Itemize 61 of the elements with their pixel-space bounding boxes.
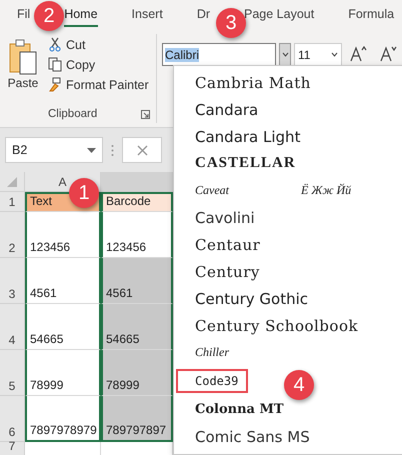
row-header[interactable]: 2 <box>0 212 25 258</box>
ribbon-tab[interactable]: Page Layout <box>244 3 314 27</box>
ribbon-tab[interactable]: Fil <box>17 3 30 27</box>
font-option[interactable]: Comic Sans MS <box>176 422 320 450</box>
row-header[interactable]: 7 <box>0 442 25 455</box>
font-option[interactable]: Century <box>176 258 270 286</box>
group-label: Clipboard <box>48 108 98 120</box>
table-cell: 54665 <box>101 304 173 350</box>
table-cell: 54665 <box>25 304 101 350</box>
table-cell: 4561 <box>25 258 101 304</box>
table-cell: 123456 <box>25 212 101 258</box>
font-option[interactable]: CASTELLAR <box>176 150 306 177</box>
table-cell: 4561 <box>101 258 173 304</box>
font-option[interactable]: Colonna MT <box>176 397 294 422</box>
font-option[interactable]: Cambria Math <box>176 68 321 96</box>
clipboard-icon <box>8 38 38 76</box>
row-header[interactable]: 5 <box>0 350 25 396</box>
table-cell: 123456 <box>101 212 173 258</box>
font-size-icon <box>379 45 398 63</box>
cut-button[interactable]: Cut <box>46 36 151 53</box>
font-sample: Ё Жж Йй <box>301 183 352 198</box>
font-option[interactable]: Century Schoolbook <box>176 312 368 340</box>
font-option[interactable]: Candara Light <box>176 122 310 150</box>
caret-icon <box>87 148 96 152</box>
row-header[interactable]: 4 <box>0 304 25 350</box>
caret-icon <box>282 52 288 57</box>
row-header[interactable]: 3 <box>0 258 25 304</box>
font-name-field[interactable]: Calibri <box>162 43 276 66</box>
table-cell: 78999 <box>101 350 173 396</box>
table-cell: 78999 <box>25 350 101 396</box>
format-painter-button[interactable]: Format Painter <box>46 76 151 93</box>
name-box[interactable]: B2 <box>5 137 103 163</box>
table-cell: 7897978979 <box>25 396 101 442</box>
font-option[interactable]: Candara <box>176 96 268 124</box>
ribbon-tab[interactable]: Insert <box>132 3 163 27</box>
font-option[interactable]: Centaur <box>176 230 270 258</box>
select-all-icon <box>7 176 17 186</box>
caret-icon <box>331 52 338 57</box>
cancel-button[interactable] <box>122 137 162 163</box>
font-option[interactable]: Code39 <box>176 369 248 393</box>
paintbrush-icon <box>48 77 62 92</box>
font-size-icon <box>349 45 368 63</box>
font-size-field[interactable]: 11 <box>294 43 342 66</box>
copy-icon <box>48 57 62 72</box>
font-option[interactable]: Century Gothic <box>176 284 318 312</box>
table-cell: 789797897 <box>101 396 173 442</box>
font-option[interactable]: Caveat <box>176 178 239 203</box>
dialog-launcher-icon <box>141 110 150 118</box>
close-icon <box>136 144 148 156</box>
row-header[interactable]: 1 <box>0 192 25 212</box>
copy-button[interactable]: Copy <box>46 56 151 73</box>
ribbon-tab[interactable]: Formula <box>348 3 394 27</box>
paste-button[interactable]: Paste <box>0 34 46 105</box>
row-header[interactable]: 6 <box>0 396 25 442</box>
font-option[interactable]: Cavolini <box>176 204 265 232</box>
dropdown-button[interactable] <box>279 43 291 66</box>
scissors-icon <box>48 37 62 52</box>
table-cell: Barcode <box>101 192 173 212</box>
grip-icon <box>111 144 114 156</box>
ribbon-tab[interactable]: Dr <box>196 3 210 27</box>
font-option[interactable]: Chiller <box>176 340 240 365</box>
